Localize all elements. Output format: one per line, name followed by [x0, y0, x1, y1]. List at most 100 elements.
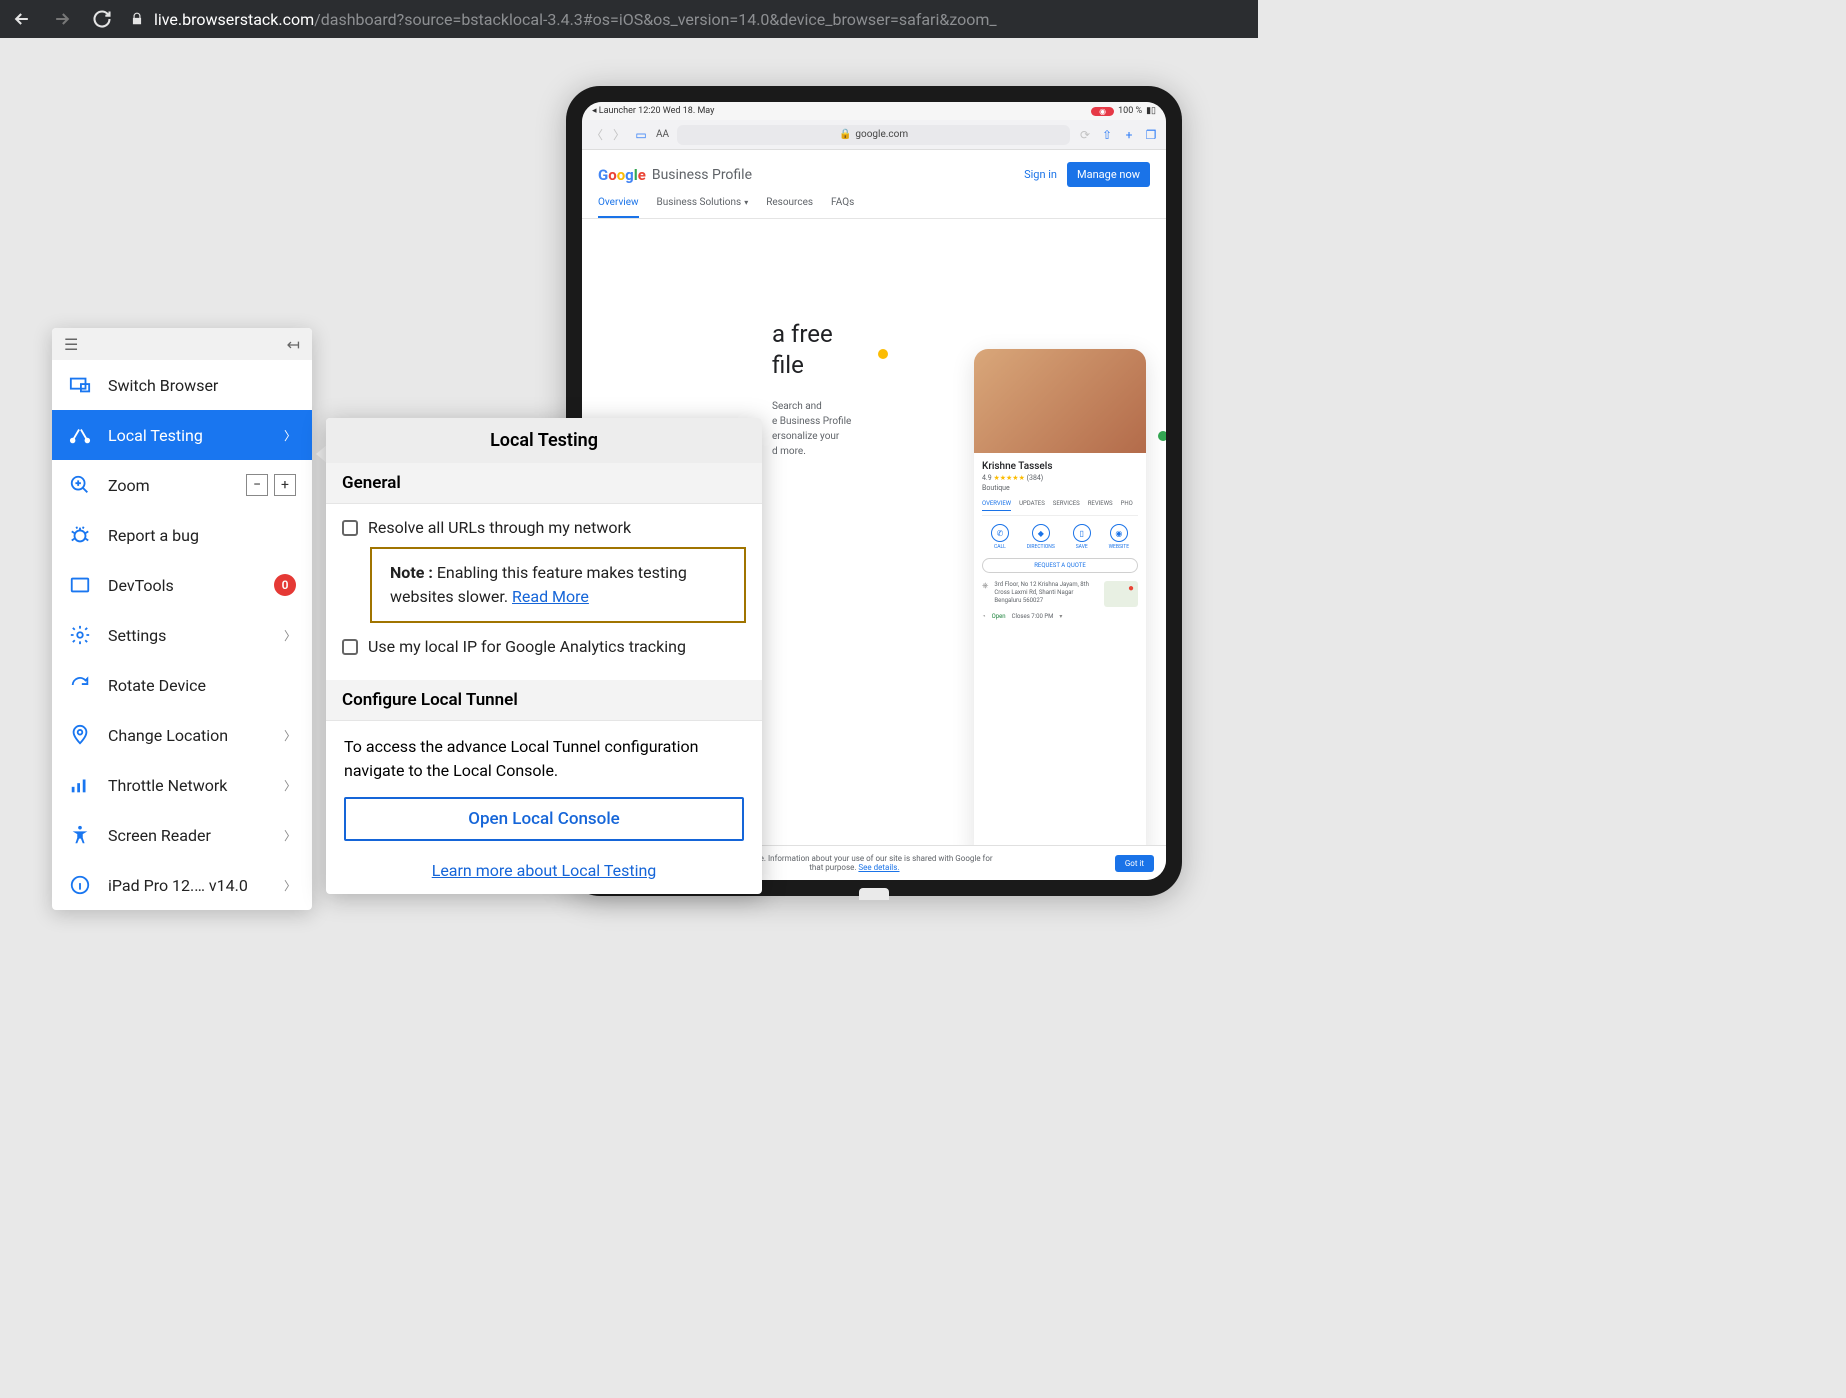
- chevron-right-icon: 〉: [284, 627, 296, 644]
- chevron-right-icon: 〉: [284, 777, 296, 794]
- tab-business-solutions[interactable]: Business Solutions▾: [657, 197, 749, 218]
- bug-icon: [68, 524, 92, 546]
- recording-indicator: ◉: [1091, 107, 1114, 116]
- phone-preview-card: Krishne Tassels 4.9 ★★★★★ (384) Boutique…: [974, 349, 1146, 860]
- checkbox-resolve-urls[interactable]: [342, 520, 358, 536]
- website-button[interactable]: ◉WEBSITE: [1109, 524, 1129, 550]
- book-icon[interactable]: ▭: [634, 128, 648, 142]
- accessibility-icon: [68, 824, 92, 846]
- decorative-dot: [878, 349, 888, 359]
- save-button[interactable]: ▯SAVE: [1073, 524, 1091, 550]
- ga-ip-option[interactable]: Use my local IP for Google Analytics tra…: [342, 637, 746, 656]
- sidebar-item-label: Local Testing: [108, 426, 268, 445]
- battery-percent: 100 %: [1118, 106, 1142, 116]
- back-button[interactable]: [10, 7, 34, 31]
- safari-address-bar[interactable]: 🔒 google.com: [677, 125, 1070, 145]
- sidebar-item-report-bug[interactable]: Report a bug: [52, 510, 312, 560]
- chevron-right-icon: 〉: [284, 877, 296, 894]
- sidebar-item-label: Zoom: [108, 476, 236, 495]
- ipad-status-bar: ◂ Launcher 12:20 Wed 18. May ◉ 100 % ▮▯: [582, 102, 1166, 120]
- hero-headline: a free file: [772, 319, 833, 381]
- sidebar-item-local-testing[interactable]: Local Testing 〉: [52, 410, 312, 460]
- collapse-icon[interactable]: ↤: [287, 335, 300, 354]
- phone-tab-updates[interactable]: UPDATES: [1019, 500, 1045, 511]
- tabs-icon[interactable]: ❐: [1144, 128, 1158, 142]
- local-testing-icon: [68, 424, 92, 446]
- url-host: live.browserstack.com: [154, 10, 314, 29]
- throttle-icon: [68, 774, 92, 796]
- sidebar-item-zoom[interactable]: Zoom − +: [52, 460, 312, 510]
- safari-lock-icon: 🔒: [839, 129, 851, 140]
- address-bar[interactable]: live.browserstack.com/dashboard?source=b…: [130, 10, 1248, 29]
- request-quote-button[interactable]: REQUEST A QUOTE: [982, 558, 1138, 573]
- option-label: Resolve all URLs through my network: [368, 518, 631, 537]
- forward-button[interactable]: [50, 7, 74, 31]
- tunnel-description: To access the advance Local Tunnel confi…: [326, 721, 762, 797]
- grip-icon[interactable]: ☰: [64, 335, 78, 354]
- safari-forward-icon[interactable]: 〉: [612, 126, 626, 143]
- directions-button[interactable]: ◆DIRECTIONS: [1027, 524, 1055, 550]
- safari-url-text: google.com: [855, 129, 908, 140]
- sidebar-item-label: Throttle Network: [108, 776, 268, 795]
- tab-resources[interactable]: Resources: [766, 197, 813, 218]
- gbp-tabs: Overview Business Solutions▾ Resources F…: [582, 187, 1166, 219]
- sidebar-item-label: iPad Pro 12.… v14.0: [108, 876, 268, 895]
- sidebar-item-devtools[interactable]: DevTools 0: [52, 560, 312, 610]
- sidebar-item-change-location[interactable]: Change Location 〉: [52, 710, 312, 760]
- sidebar-item-label: Settings: [108, 626, 268, 645]
- checkbox-ga-ip[interactable]: [342, 639, 358, 655]
- devtools-icon: [68, 574, 92, 596]
- resolve-urls-option[interactable]: Resolve all URLs through my network: [342, 518, 746, 537]
- location-pin-icon: ⎈: [982, 581, 988, 591]
- new-tab-icon[interactable]: +: [1122, 128, 1136, 142]
- open-local-console-button[interactable]: Open Local Console: [344, 797, 744, 841]
- closing-time: Closes 7:00 PM: [1012, 613, 1054, 620]
- phone-tab-services[interactable]: SERVICES: [1053, 500, 1080, 511]
- sidebar-item-device-info[interactable]: iPad Pro 12.… v14.0 〉: [52, 860, 312, 910]
- zoom-icon: [68, 474, 92, 496]
- location-icon: [68, 724, 92, 746]
- note-box: Note : Enabling this feature makes testi…: [370, 547, 746, 623]
- flyout-title: Local Testing: [326, 418, 762, 463]
- share-icon[interactable]: ⇧: [1100, 128, 1114, 142]
- phone-tab-photos[interactable]: PHO: [1121, 500, 1133, 511]
- lock-icon: [130, 12, 144, 26]
- note-prefix: Note :: [390, 563, 433, 582]
- safari-back-icon[interactable]: 〈: [590, 126, 604, 143]
- sidebar-header: ☰ ↤: [52, 328, 312, 360]
- sidebar-item-label: DevTools: [108, 576, 258, 595]
- cookie-details-link[interactable]: See details.: [858, 863, 899, 872]
- sidebar-item-switch-browser[interactable]: Switch Browser: [52, 360, 312, 410]
- phone-tab-reviews[interactable]: REVIEWS: [1088, 500, 1113, 511]
- tab-overview[interactable]: Overview: [598, 197, 639, 218]
- sidebar-item-label: Screen Reader: [108, 826, 268, 845]
- gbp-brand-text: Business Profile: [652, 167, 752, 183]
- sidebar-item-screen-reader[interactable]: Screen Reader 〉: [52, 810, 312, 860]
- business-photo: [974, 349, 1146, 453]
- google-logo: Google Business Profile: [598, 166, 752, 184]
- manage-now-button[interactable]: Manage now: [1067, 162, 1150, 187]
- tab-faqs[interactable]: FAQs: [831, 197, 854, 218]
- call-button[interactable]: ✆CALL: [991, 524, 1009, 550]
- sidebar-item-label: Report a bug: [108, 526, 296, 545]
- sidebar-item-label: Switch Browser: [108, 376, 296, 395]
- decorative-dot: [1158, 431, 1166, 441]
- map-thumbnail[interactable]: ●: [1104, 581, 1138, 607]
- hero-subtext: Search and e Business Profile ersonalize…: [772, 399, 851, 459]
- sidebar-item-throttle-network[interactable]: Throttle Network 〉: [52, 760, 312, 810]
- sidebar-item-rotate[interactable]: Rotate Device: [52, 660, 312, 710]
- zoom-out-button[interactable]: −: [246, 474, 268, 496]
- read-more-link[interactable]: Read More: [512, 587, 589, 606]
- reload-button[interactable]: [90, 7, 114, 31]
- business-name: Krishne Tassels: [982, 461, 1138, 472]
- text-size-control[interactable]: AA: [656, 129, 669, 140]
- signin-link[interactable]: Sign in: [1024, 168, 1057, 181]
- sidebar-item-settings[interactable]: Settings 〉: [52, 610, 312, 660]
- url-path: /dashboard?source=bstacklocal-3.4.3#os=i…: [314, 10, 997, 29]
- phone-tab-overview[interactable]: OVERVIEW: [982, 500, 1011, 511]
- zoom-in-button[interactable]: +: [274, 474, 296, 496]
- cookie-accept-button[interactable]: Got it: [1115, 855, 1154, 872]
- learn-more-link[interactable]: Learn more about Local Testing: [326, 855, 762, 894]
- safari-reload-icon[interactable]: ⟳: [1078, 128, 1092, 142]
- sidebar-item-label: Change Location: [108, 726, 268, 745]
